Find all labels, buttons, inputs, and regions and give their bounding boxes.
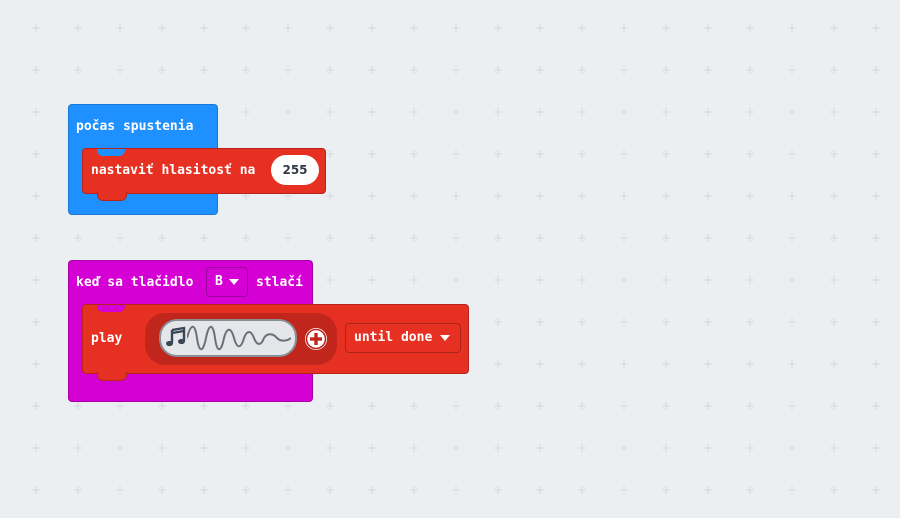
- chevron-down-icon: [440, 334, 451, 341]
- chevron-down-icon: [228, 278, 239, 285]
- volume-value-input[interactable]: 255: [271, 155, 319, 185]
- set-volume-block[interactable]: nastaviť hlasitosť na 255: [82, 148, 326, 201]
- play-melody-block[interactable]: play until done: [82, 304, 469, 381]
- on-start-label: počas spustenia: [76, 119, 194, 134]
- pressed-label: stlačí: [256, 275, 303, 290]
- play-mode-value: until done: [354, 330, 433, 345]
- plus-circle-icon[interactable]: [305, 328, 327, 350]
- play-mode-dropdown[interactable]: until done: [345, 323, 461, 353]
- sound-wave-icon: [187, 325, 291, 351]
- on-button-label: keď sa tlačidlo: [76, 275, 194, 290]
- play-label: play: [91, 331, 123, 346]
- workspace-grid: [32, 24, 880, 494]
- music-note-icon: [166, 326, 186, 347]
- button-dropdown-value: B: [215, 274, 223, 289]
- button-dropdown[interactable]: B: [206, 267, 248, 297]
- blocks-workspace[interactable]: počas spustenia nastaviť hlasitosť na 25…: [0, 0, 900, 518]
- melody-editor-field[interactable]: [159, 319, 297, 357]
- set-volume-label: nastaviť hlasitosť na: [91, 163, 256, 178]
